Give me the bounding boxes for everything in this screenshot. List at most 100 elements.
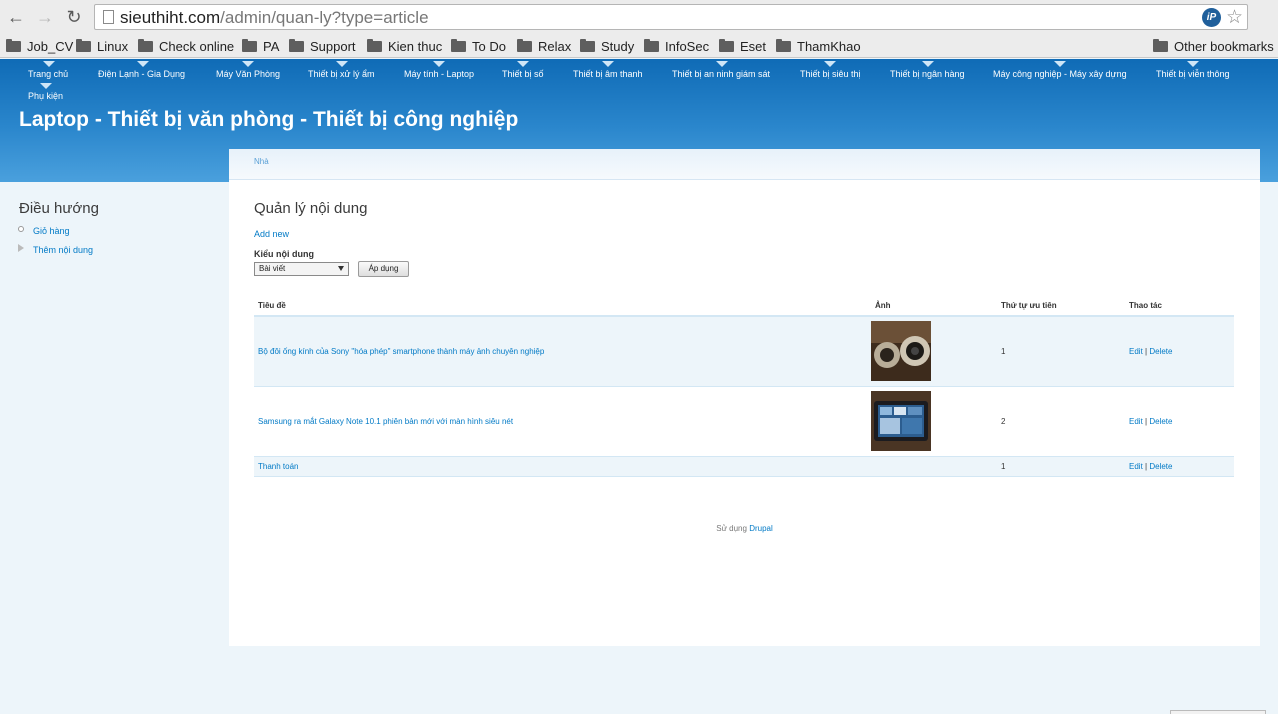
folder-icon [517, 38, 532, 52]
folder-icon [644, 38, 659, 52]
bullet-icon [18, 226, 24, 232]
image-cell [871, 316, 997, 387]
delete-link[interactable]: Delete [1149, 417, 1172, 426]
sidebar-title: Điều hướng [19, 200, 99, 217]
content-type-select[interactable]: Bài viết [254, 262, 349, 276]
bookmark-folder[interactable]: Relax [517, 36, 571, 56]
bookmark-folder[interactable]: InfoSec [644, 36, 709, 56]
back-button[interactable]: ← [5, 6, 27, 28]
bookmark-folder[interactable]: Check online [138, 36, 234, 56]
select-value: Bài viết [259, 264, 286, 273]
apply-button[interactable]: Áp dụng [358, 261, 409, 277]
menu-arrow-icon [433, 61, 445, 67]
bookmark-label: ThamKhao [797, 38, 861, 54]
article-thumbnail[interactable] [871, 321, 931, 382]
delete-link[interactable]: Delete [1149, 462, 1172, 471]
menu-arrow-icon [1187, 61, 1199, 67]
page-title: Quản lý nội dung [254, 200, 368, 217]
menu-item[interactable]: Thiết bị xử lý ẩm [308, 69, 375, 79]
bookmark-folder[interactable]: Study [580, 36, 634, 56]
menu-arrow-icon [336, 61, 348, 67]
bookmark-folder[interactable]: To Do [451, 36, 506, 56]
page-icon [103, 10, 114, 24]
article-title-link[interactable]: Samsung ra mắt Galaxy Note 10.1 phiên bả… [258, 417, 513, 426]
folder-icon [1153, 38, 1168, 52]
article-title-link[interactable]: Thanh toán [258, 462, 298, 471]
edit-link[interactable]: Edit [1129, 462, 1143, 471]
menu-arrow-icon [242, 61, 254, 67]
forward-button[interactable]: → [34, 6, 56, 28]
bookmark-folder[interactable]: Linux [76, 36, 128, 56]
bookmarks-bar: Job_CV Linux Check online PA Support Kie… [0, 34, 1278, 58]
delete-link[interactable]: Delete [1149, 347, 1172, 356]
folder-icon [289, 38, 304, 52]
bookmark-label: Job_CV [27, 38, 74, 54]
bookmark-label: Other bookmarks [1174, 38, 1274, 54]
drupal-link[interactable]: Drupal [749, 524, 773, 533]
menu-item[interactable]: Thiết bị ngân hàng [890, 69, 965, 79]
sidebar-item-cart[interactable]: Giỏ hàng [33, 226, 70, 236]
edit-link[interactable]: Edit [1129, 347, 1143, 356]
download-shelf-edge [1170, 710, 1266, 714]
extension-icon[interactable]: iP [1202, 8, 1221, 27]
table-row: Samsung ra mắt Galaxy Note 10.1 phiên bả… [254, 386, 1234, 457]
menu-arrow-icon [824, 61, 836, 67]
column-header: Thao tác [1125, 296, 1234, 317]
edit-link[interactable]: Edit [1129, 417, 1143, 426]
footer-text: Sử dụng [716, 524, 747, 533]
menu-item[interactable]: Điện Lạnh - Gia Dụng [98, 69, 185, 79]
menu-item[interactable]: Thiết bị an ninh giám sát [672, 69, 770, 79]
bookmark-label: Check online [159, 38, 235, 54]
menu-item[interactable]: Thiết bị siêu thị [800, 69, 861, 79]
url-text[interactable]: sieuthiht.com/admin/quan-ly?type=article [120, 8, 429, 28]
menu-item[interactable]: Trang chủ [28, 69, 68, 79]
article-thumbnail[interactable] [871, 391, 931, 451]
priority-cell: 1 [997, 456, 1125, 477]
url-host: sieuthiht.com [120, 8, 221, 27]
other-bookmarks[interactable]: Other bookmarks [1153, 36, 1274, 56]
breadcrumb-home[interactable]: Nhà [254, 157, 269, 166]
menu-arrow-icon [602, 61, 614, 67]
bookmark-label: Kien thuc [388, 38, 443, 54]
menu-item[interactable]: Máy công nghiệp - Máy xây dựng [993, 69, 1127, 79]
bookmark-star-icon[interactable]: ☆ [1226, 6, 1243, 29]
menu-arrow-icon [716, 61, 728, 67]
bookmark-label: Linux [97, 38, 129, 54]
menu-item[interactable]: Máy tính - Laptop [404, 69, 474, 79]
breadcrumb: Nhà [229, 149, 1260, 180]
article-title-link[interactable]: Bộ đôi ống kính của Sony "hóa phép" smar… [258, 347, 544, 356]
bookmark-folder[interactable]: Kien thuc [367, 36, 442, 56]
bookmark-label: PA [263, 38, 280, 54]
url-path: /admin/quan-ly?type=article [220, 8, 429, 27]
bookmark-folder[interactable]: ThamKhao [776, 36, 861, 56]
actions-cell: Edit | Delete [1125, 316, 1234, 387]
content-type-label: Kiểu nội dung [254, 249, 314, 259]
dropdown-caret-icon [338, 266, 344, 271]
table-row: Bộ đôi ống kính của Sony "hóa phép" smar… [254, 316, 1234, 387]
menu-item[interactable]: Thiết bị viễn thông [1156, 69, 1230, 79]
add-new-link[interactable]: Add new [254, 229, 289, 239]
menu-arrow-icon [137, 61, 149, 67]
sidebar-item-add-content[interactable]: Thêm nội dung [33, 245, 93, 255]
menu-item[interactable]: Thiết bị âm thanh [573, 69, 643, 79]
browser-toolbar: ← → ↻ sieuthiht.com/admin/quan-ly?type=a… [0, 0, 1278, 34]
bookmark-folder[interactable]: PA [242, 36, 279, 56]
bookmark-folder[interactable]: Job_CV [6, 36, 73, 56]
folder-icon [580, 38, 595, 52]
folder-icon [776, 38, 791, 52]
address-bar[interactable]: sieuthiht.com/admin/quan-ly?type=article… [94, 4, 1248, 30]
title-cell: Samsung ra mắt Galaxy Note 10.1 phiên bả… [254, 386, 871, 457]
table-header-row: Tiêu đề Ảnh Thứ tự ưu tiên Thao tác [254, 296, 1234, 317]
menu-item[interactable]: Phụ kiện [28, 91, 63, 101]
action-separator: | [1145, 461, 1148, 471]
bookmark-folder[interactable]: Eset [719, 36, 766, 56]
column-header: Tiêu đề [254, 296, 871, 317]
menu-item[interactable]: Máy Văn Phòng [216, 69, 280, 79]
folder-icon [138, 38, 153, 52]
site-title[interactable]: Laptop - Thiết bị văn phòng - Thiết bị c… [19, 108, 518, 132]
menu-item[interactable]: Thiết bị số [502, 69, 544, 79]
bookmark-label: Support [310, 38, 356, 54]
bookmark-folder[interactable]: Support [289, 36, 356, 56]
table-row: Thanh toán 1 Edit | Delete [254, 456, 1234, 477]
reload-button[interactable]: ↻ [63, 6, 85, 28]
